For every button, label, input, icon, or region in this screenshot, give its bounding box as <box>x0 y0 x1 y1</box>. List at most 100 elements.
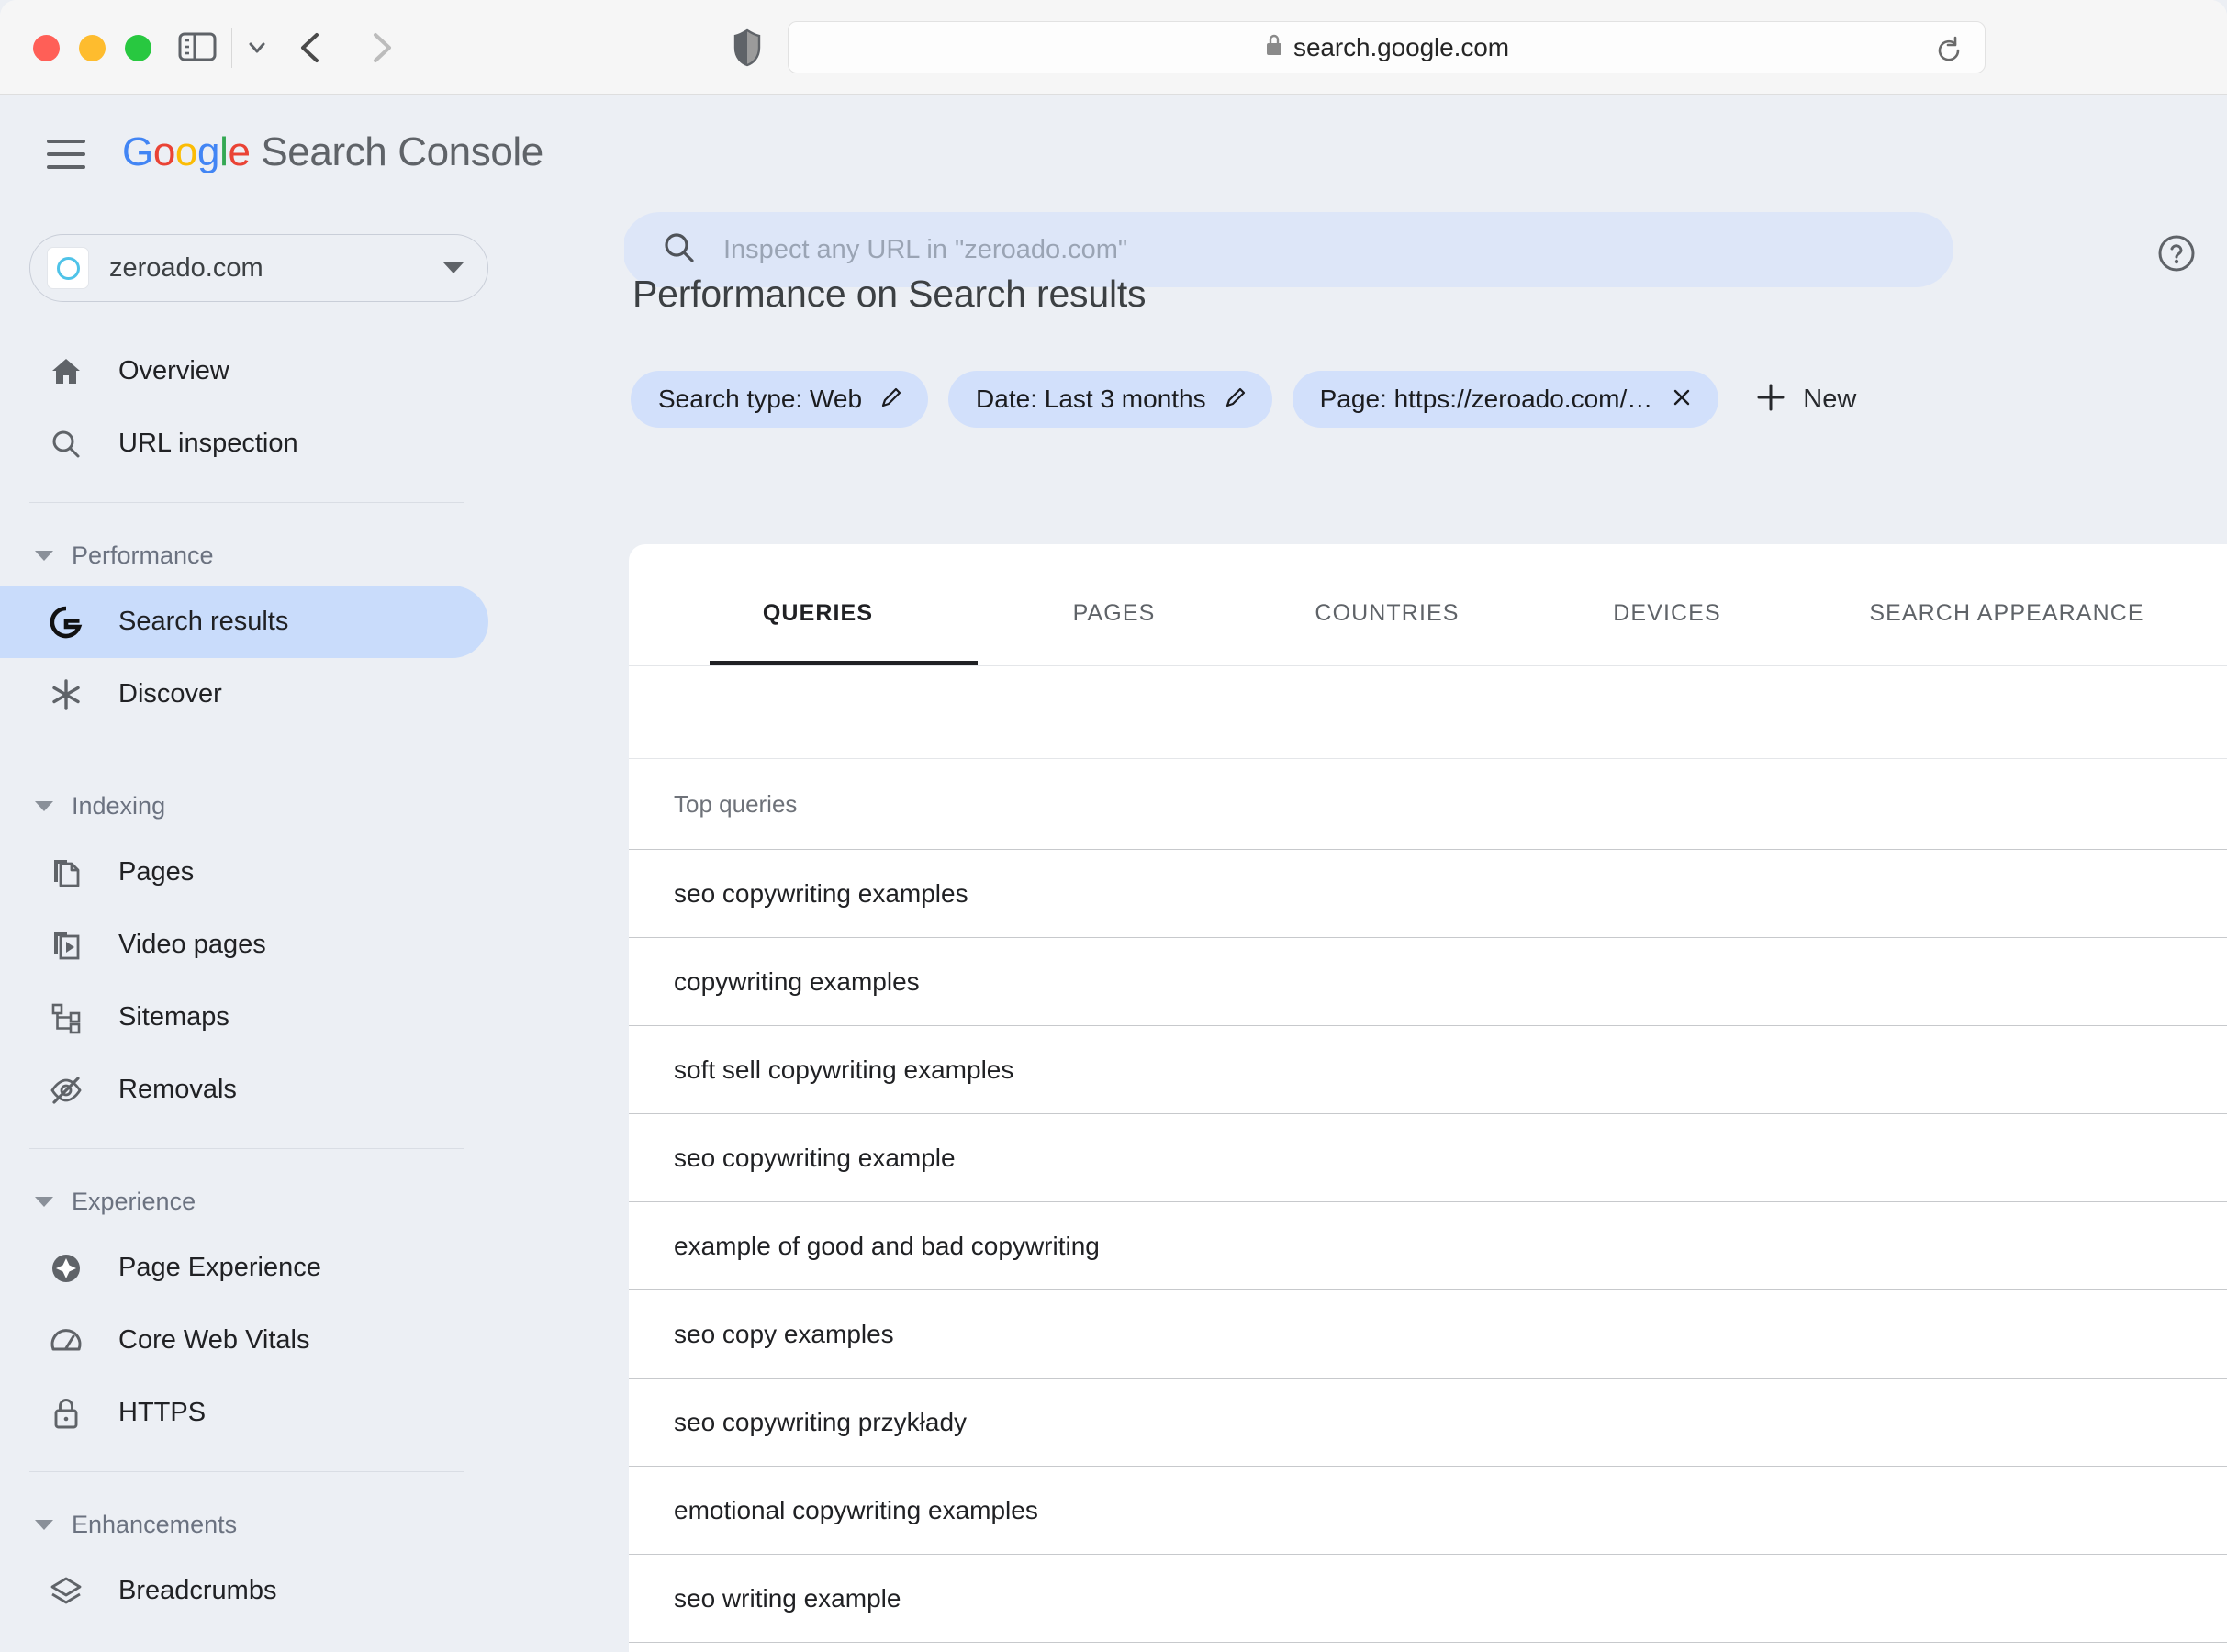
property-selector[interactable]: zeroado.com <box>29 234 488 302</box>
sidebar-item-removals[interactable]: Removals <box>0 1054 488 1126</box>
sidebar-item-pages[interactable]: Pages <box>0 836 488 909</box>
table-row[interactable]: seo copywriting przykłady <box>629 1379 2227 1467</box>
query-text: seo copywriting examples <box>674 878 968 908</box>
table-row[interactable]: example of good and bad copywriting <box>629 1202 2227 1290</box>
browser-toolbar: search.google.com <box>0 0 2227 95</box>
close-window-button[interactable] <box>33 35 60 61</box>
sidebar-item-overview[interactable]: Overview <box>0 335 488 407</box>
shield-icon[interactable] <box>732 28 763 73</box>
query-text: seo writing example <box>674 1583 901 1613</box>
sidebar-item-label: HTTPS <box>118 1398 207 1427</box>
sidebar-item-search-results[interactable]: Search results <box>0 586 488 658</box>
sidebar-item-label: Core Web Vitals <box>118 1325 310 1355</box>
search-icon <box>47 427 85 462</box>
table-row[interactable]: copywriting examples <box>629 938 2227 1026</box>
lock-icon <box>47 1396 85 1431</box>
caret-down-icon <box>35 1196 53 1207</box>
tab-countries[interactable]: COUNTRIES <box>1236 600 1539 627</box>
video-pages-icon <box>47 928 85 963</box>
sidebar-item-page-experience[interactable]: Page Experience <box>0 1232 488 1304</box>
hamburger-menu-icon[interactable] <box>47 140 85 169</box>
main-content: Performance on Search results Search typ… <box>624 216 2227 1652</box>
table-row[interactable]: emotional copywriting examples <box>629 1467 2227 1555</box>
google-g-icon <box>47 605 85 640</box>
sidebar-group-label: Performance <box>72 541 214 569</box>
filter-chip-search-type[interactable]: Search type: Web <box>631 371 929 428</box>
tab-search-appearance[interactable]: SEARCH APPEARANCE <box>1796 600 2218 627</box>
close-icon[interactable] <box>1669 385 1695 415</box>
search-console-app: Google Search Console Inspect any URL in… <box>0 95 2227 1652</box>
layers-icon <box>47 1574 85 1609</box>
query-text: seo copywriting example <box>674 1143 956 1172</box>
page-experience-icon <box>47 1251 85 1286</box>
chevron-down-icon[interactable] <box>241 31 274 69</box>
sidebar-item-label: Video pages <box>118 930 266 959</box>
filter-chip-bar: Search type: Web Date: Last 3 months Pag… <box>631 371 2227 428</box>
caret-down-icon <box>35 800 53 811</box>
logo-letter-g: G <box>122 129 153 174</box>
property-ring-icon <box>47 247 89 289</box>
add-filter-button[interactable]: New <box>1753 380 1856 419</box>
chart-area <box>629 666 2227 759</box>
sidebar-group-label: Indexing <box>72 791 166 820</box>
sidebar-item-breadcrumbs[interactable]: Breadcrumbs <box>0 1555 488 1627</box>
tab-pages[interactable]: PAGES <box>992 600 1236 627</box>
sidebar-item-label: Page Experience <box>118 1253 321 1282</box>
home-icon <box>47 354 85 389</box>
minimize-window-button[interactable] <box>79 35 106 61</box>
caret-down-icon <box>35 1519 53 1530</box>
pencil-icon[interactable] <box>1223 385 1248 415</box>
address-bar[interactable]: search.google.com <box>788 21 1986 73</box>
lock-icon <box>1264 32 1284 62</box>
pencil-icon[interactable] <box>878 385 904 415</box>
filter-chip-label: Date: Last 3 months <box>976 385 1206 413</box>
table-row[interactable]: seo copywriting examples <box>629 850 2227 938</box>
caret-down-icon <box>443 262 464 273</box>
sidebar-group-indexing[interactable]: Indexing <box>0 776 624 836</box>
query-text: emotional copywriting examples <box>674 1495 1038 1524</box>
maximize-window-button[interactable] <box>125 35 151 61</box>
sidebar-item-url-inspection[interactable]: URL inspection <box>0 407 488 480</box>
sidebar-item-video-pages[interactable]: Video pages <box>0 909 488 981</box>
sidebar-item-core-web-vitals[interactable]: Core Web Vitals <box>0 1304 488 1377</box>
chevron-right-icon[interactable] <box>360 26 400 74</box>
sidebar-group-experience[interactable]: Experience <box>0 1171 624 1232</box>
sidebar-item-label: Search results <box>118 607 289 636</box>
sidebar-divider <box>29 1471 464 1472</box>
table-row[interactable]: seo writing example <box>629 1555 2227 1643</box>
chevron-left-icon[interactable] <box>292 26 332 74</box>
query-text: seo copy examples <box>674 1319 894 1348</box>
reload-icon[interactable] <box>1933 35 1964 71</box>
logo-letter-o2: o <box>174 129 197 174</box>
table-row[interactable]: soft sell copywriting examples <box>629 1026 2227 1114</box>
sidebar-item-label: Removals <box>118 1075 237 1104</box>
table-row[interactable]: seo copy examples <box>629 1290 2227 1379</box>
sidebar-divider <box>29 1148 464 1149</box>
sidebar-item-https[interactable]: HTTPS <box>0 1377 488 1449</box>
query-text: soft sell copywriting examples <box>674 1055 1014 1084</box>
sidebar-item-sitemaps[interactable]: Sitemaps <box>0 981 488 1054</box>
filter-chip-page[interactable]: Page: https://zeroado.com/… <box>1292 371 1719 428</box>
sidebar-toggle-icon[interactable] <box>177 28 218 70</box>
sidebar-group-label: Enhancements <box>72 1510 238 1538</box>
logo-letter-g2: g <box>196 129 220 174</box>
add-filter-label: New <box>1803 384 1857 414</box>
sidebar-item-discover[interactable]: Discover <box>0 658 488 731</box>
plus-icon <box>1753 380 1788 419</box>
sidebar-item-label: URL inspection <box>118 429 298 458</box>
table-row[interactable]: best copywriting examples <box>629 1643 2227 1652</box>
sidebar-group-enhancements[interactable]: Enhancements <box>0 1494 624 1555</box>
sidebar-divider <box>29 502 464 503</box>
logo-product-name: Search Console <box>261 129 543 174</box>
tab-devices[interactable]: DEVICES <box>1539 600 1796 627</box>
sidebar-nav: Overview URL inspection Performance Sear… <box>0 335 624 1627</box>
filter-chip-date[interactable]: Date: Last 3 months <box>948 371 1272 428</box>
sidebar-group-performance[interactable]: Performance <box>0 525 624 586</box>
query-text: seo copywriting przykłady <box>674 1407 968 1436</box>
table-row[interactable]: seo copywriting example <box>629 1114 2227 1202</box>
tab-queries[interactable]: QUERIES <box>643 600 992 627</box>
sidebar-item-label: Sitemaps <box>118 1002 229 1032</box>
speedometer-icon <box>47 1323 85 1358</box>
url-text: search.google.com <box>1293 32 1509 61</box>
property-name: zeroado.com <box>109 252 263 283</box>
